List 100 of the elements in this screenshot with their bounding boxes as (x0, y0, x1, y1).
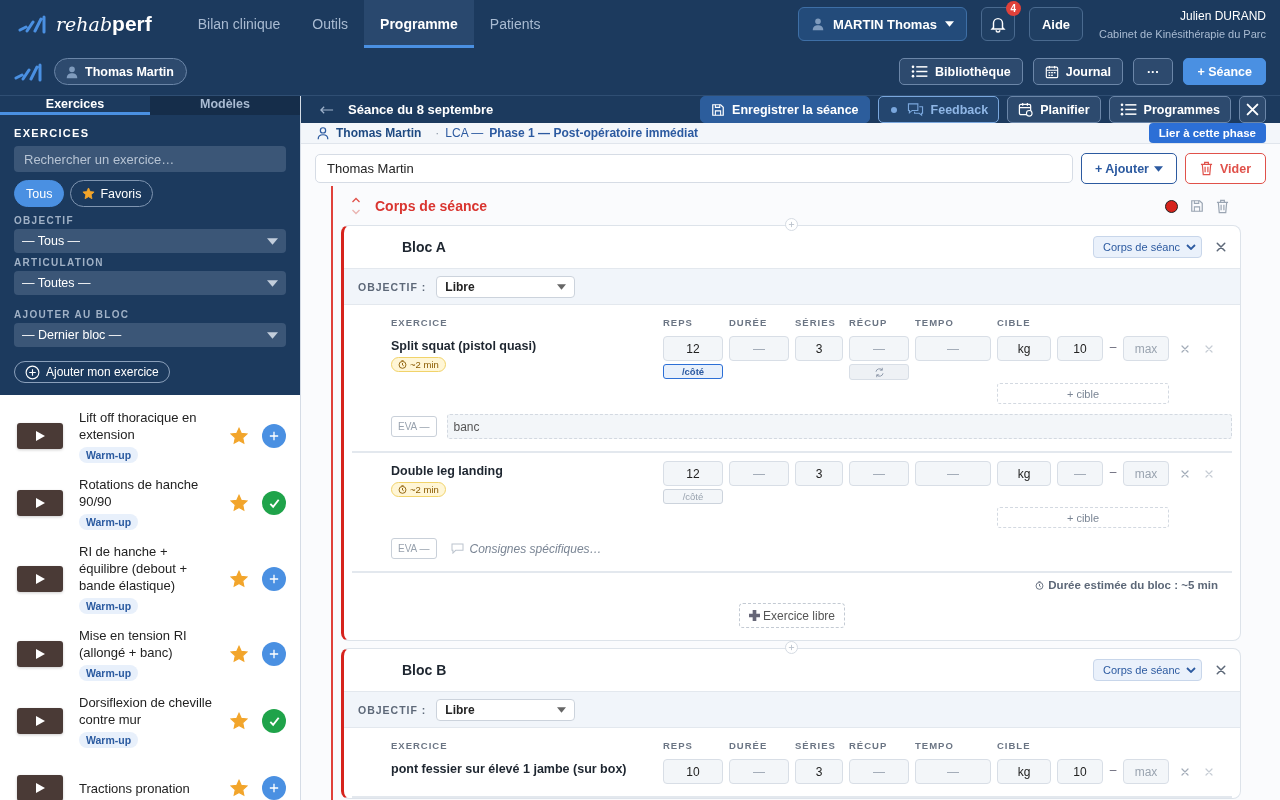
filter-dropdown[interactable]: — Dernier bloc — (14, 323, 286, 347)
objective-dropdown[interactable]: Libre (436, 275, 576, 298)
reps-field[interactable]: 10 (663, 759, 723, 784)
add-dropdown-button[interactable]: + Ajouter (1080, 153, 1177, 184)
exercise-title: Lift off thoracique en extension (79, 409, 198, 443)
chevron-icon (1186, 667, 1196, 673)
column-header: CIBLE (997, 317, 1032, 328)
nav-tab[interactable]: Programme (364, 0, 474, 48)
sidebar-tab[interactable]: Exercices (0, 96, 150, 115)
user-organization: Cabinet de Kinésithérapie du Parc (1099, 27, 1266, 40)
exercise-tag: Warm-up (79, 447, 139, 463)
feedback-button[interactable]: Feedback (877, 96, 1000, 123)
reps-field[interactable]: 12 (663, 336, 723, 361)
journal-button[interactable]: Journal (1032, 58, 1123, 85)
add-target-button[interactable]: + cible (997, 383, 1169, 404)
column-header: SÉRIES (795, 740, 837, 751)
patient-dropdown[interactable]: MARTIN Thomas (797, 7, 967, 41)
plus-icon (269, 573, 279, 584)
sidebar-tab[interactable]: Modèles (150, 96, 300, 115)
record-icon[interactable] (1165, 199, 1178, 213)
column-header: CIBLE (997, 740, 1032, 751)
sets-field[interactable]: 3 (795, 759, 843, 784)
column-header: TEMPO (915, 317, 955, 328)
more-button[interactable]: ··· (1132, 58, 1174, 85)
field-label: ARTICULATION (14, 257, 105, 268)
library-button[interactable]: Bibliothèque (899, 58, 1023, 85)
save-session-button[interactable]: Enregistrer la séance (700, 96, 870, 123)
video-thumbnail[interactable] (17, 490, 63, 516)
range-separator: – (1109, 464, 1117, 479)
note-field[interactable]: Consignes spécifiques… (450, 541, 602, 556)
trash-icon[interactable] (1216, 198, 1229, 214)
added-check-button[interactable] (262, 491, 286, 515)
exercise-title: Rotations de hanche 90/90 (79, 476, 200, 510)
field-label: OBJECTIF (14, 215, 75, 226)
add-button[interactable] (262, 566, 286, 591)
target-min-field[interactable]: 10 (1057, 336, 1103, 361)
back-arrow-icon[interactable] (319, 104, 334, 115)
close-icon[interactable] (1216, 242, 1226, 252)
section-dropdown[interactable]: Corps de séanc (1092, 236, 1202, 258)
caret-icon (944, 21, 954, 27)
added-check-button[interactable] (262, 709, 286, 733)
comment-icon (450, 543, 464, 554)
chat-icon (906, 102, 924, 117)
plus-circle-icon (25, 364, 40, 380)
free-exercise-button[interactable]: Exercice libre (739, 603, 845, 628)
add-target-button[interactable]: + cible (997, 507, 1169, 528)
note-field[interactable]: banc (446, 414, 1232, 439)
unit-field[interactable]: kg (997, 336, 1051, 361)
exercise-tag: Warm-up (79, 598, 139, 614)
unit-field[interactable]: kg (997, 461, 1051, 486)
range-separator: – (1109, 339, 1117, 354)
video-thumbnail[interactable] (17, 775, 63, 800)
video-thumbnail[interactable] (17, 708, 63, 734)
rest-toggle-button[interactable] (849, 364, 909, 380)
session-title: Séance du 8 septembre (348, 102, 495, 117)
video-thumbnail[interactable] (17, 565, 63, 592)
person-icon (65, 64, 79, 79)
per-side-toggle[interactable]: /côté (663, 364, 723, 379)
video-thumbnail[interactable] (17, 641, 63, 667)
video-thumbnail[interactable] (17, 423, 63, 449)
programs-button[interactable]: Programmes (1108, 96, 1231, 123)
nav-tab[interactable]: Patients (473, 0, 557, 48)
exercise-tag: Warm-up (79, 732, 139, 748)
exercise-title: Tractions pronation (79, 779, 190, 797)
caret-icon (1153, 165, 1163, 172)
person-icon (316, 126, 330, 140)
clock-icon (398, 485, 407, 494)
section-dropdown[interactable]: Corps de séanc (1092, 659, 1202, 681)
close-icon[interactable] (1216, 665, 1226, 675)
help-button[interactable]: Aide (1028, 7, 1084, 41)
logo: rehabperf (18, 12, 152, 36)
phase-label: Phase 1 — Post-opératoire immédiat (489, 126, 700, 140)
session-name-field[interactable]: Thomas Martin (315, 154, 1073, 183)
breadcrumb-separator: · (435, 126, 440, 140)
link-phase-button[interactable]: Lier à cette phase (1148, 123, 1266, 143)
filter-dropdown[interactable]: — Tous — (14, 229, 286, 253)
unit-field[interactable]: kg (997, 759, 1051, 784)
schedule-button[interactable]: Planifier (1007, 96, 1101, 123)
caret-icon (557, 283, 567, 290)
add-button[interactable] (262, 424, 286, 448)
add-button[interactable] (262, 776, 286, 800)
sets-field[interactable]: 3 (795, 461, 843, 486)
exercise-tag: Warm-up (79, 665, 139, 681)
add-button[interactable] (262, 642, 286, 666)
column-header: REPS (663, 740, 694, 751)
nav-tab[interactable]: Bilan clinique (181, 0, 297, 48)
clear-button[interactable]: Vider (1184, 153, 1266, 184)
patient-chip[interactable]: Thomas Martin (54, 58, 187, 85)
close-button[interactable] (1239, 96, 1266, 123)
bell-icon (988, 15, 1007, 33)
block-duration-estimate: Durée estimée du bloc : ~5 min (1048, 579, 1218, 591)
objective-dropdown[interactable]: Libre (436, 698, 576, 721)
search-field[interactable]: Rechercher un exercice… (14, 146, 286, 172)
sets-field[interactable]: 3 (795, 336, 843, 361)
target-min-field[interactable]: 10 (1057, 759, 1103, 784)
nav-tab[interactable]: Outils (296, 0, 365, 48)
filter-dropdown[interactable]: — Toutes — (14, 271, 286, 295)
patient-name[interactable]: Thomas Martin (336, 126, 422, 140)
reps-field[interactable]: 12 (663, 461, 723, 486)
save-icon[interactable] (1190, 199, 1204, 213)
